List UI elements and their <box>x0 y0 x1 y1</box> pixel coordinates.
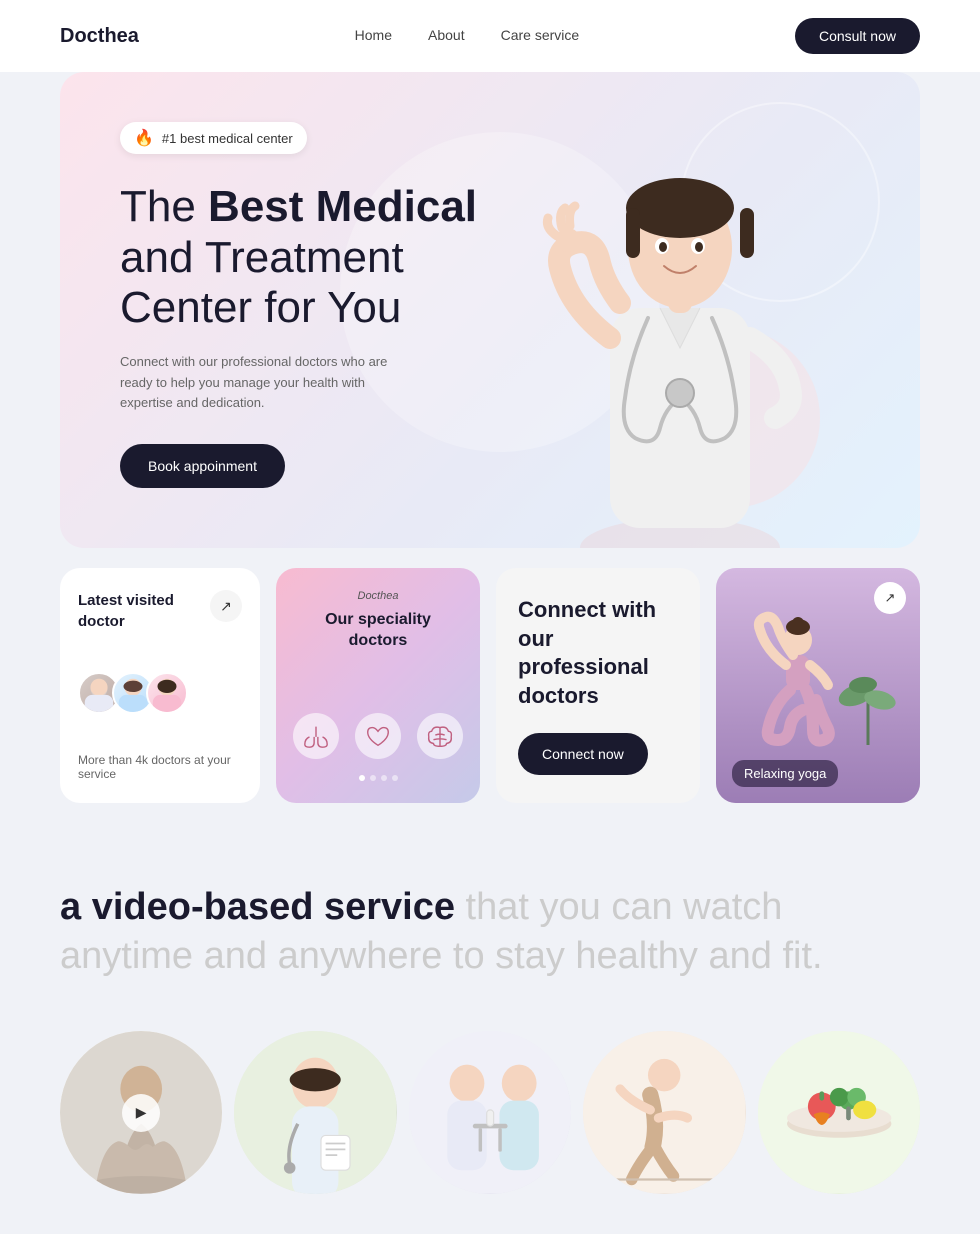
card-latest-doctor: Latest visited doctor ↗ <box>60 568 260 802</box>
thumb-1-inner: ▶ <box>60 1031 222 1193</box>
video-section: a video-based service that you can watch… <box>0 823 980 1234</box>
speciality-tag: Docthea <box>358 590 399 602</box>
nav-link-care[interactable]: Care service <box>501 27 580 43</box>
hero-subtitle: Connect with our professional doctors wh… <box>120 352 400 414</box>
dot-2 <box>370 775 376 781</box>
card-connect: Connect with our professional doctors Co… <box>496 568 700 802</box>
yoga-svg <box>738 585 898 785</box>
nav-link-home[interactable]: Home <box>355 27 392 43</box>
doctor-thumb-svg <box>234 1031 396 1193</box>
thumb-2-inner <box>234 1031 396 1193</box>
thumb-3-inner <box>409 1031 571 1193</box>
card-yoga: ↗ Relaxing yoga <box>716 568 920 802</box>
play-button-1[interactable]: ▶ <box>122 1094 160 1132</box>
consultation-svg <box>409 1031 571 1193</box>
hero-title-rest: and TreatmentCenter for You <box>120 233 404 333</box>
thumbnail-fitness[interactable] <box>583 1031 745 1193</box>
spec-icon-brain <box>417 713 463 759</box>
thumbnail-nutrition[interactable] <box>758 1031 920 1193</box>
hero-content: 🔥 #1 best medical center The Best Medica… <box>120 122 477 488</box>
doctor-illustration <box>540 128 820 548</box>
fire-icon: 🔥 <box>134 128 154 148</box>
thumb-4-inner <box>583 1031 745 1193</box>
hero-doctor-image <box>520 118 840 548</box>
speciality-title: Our speciality doctors <box>294 610 462 652</box>
nav-links: Home About Care service <box>355 27 580 45</box>
doctor-stat: More than 4k doctors at your service <box>78 753 242 781</box>
yoga-arrow-button[interactable]: ↗ <box>874 582 906 614</box>
hero-section: 🔥 #1 best medical center The Best Medica… <box>60 72 920 548</box>
fitness-svg <box>583 1031 745 1193</box>
cards-row: Latest visited doctor ↗ <box>60 568 920 802</box>
nav-item-about[interactable]: About <box>428 27 465 45</box>
spec-icon-heart <box>355 713 401 759</box>
consult-now-button[interactable]: Consult now <box>795 18 920 54</box>
card-latest-header: Latest visited doctor ↗ <box>78 590 242 632</box>
dot-3 <box>381 775 387 781</box>
spec-icon-lungs <box>293 713 339 759</box>
avatar-3 <box>146 672 188 714</box>
video-section-text: a video-based service that you can watch… <box>60 883 920 982</box>
thumb-5-inner <box>758 1031 920 1193</box>
dot-4 <box>392 775 398 781</box>
video-thumbnails: ▶ <box>60 1031 920 1193</box>
hero-title-normal: The <box>120 182 208 231</box>
navbar: Docthea Home About Care service Consult … <box>0 0 980 72</box>
nav-link-about[interactable]: About <box>428 27 465 43</box>
thumbnail-doctor[interactable] <box>234 1031 396 1193</box>
hero-title-bold: Best Medical <box>208 182 477 231</box>
carousel-dots <box>359 775 398 781</box>
card-speciality: Docthea Our speciality doctors <box>276 568 480 802</box>
connect-title: Connect with our professional doctors <box>518 596 678 710</box>
connect-now-button[interactable]: Connect now <box>518 733 648 775</box>
dot-1 <box>359 775 365 781</box>
hero-title: The Best Medical and TreatmentCenter for… <box>120 182 477 334</box>
video-text-bold: a video-based service <box>60 886 455 928</box>
speciality-icons <box>293 713 463 759</box>
hero-badge-text: #1 best medical center <box>162 131 293 146</box>
latest-doctor-title: Latest visited doctor <box>78 590 210 632</box>
doctor-avatars <box>78 672 242 714</box>
hero-badge: 🔥 #1 best medical center <box>120 122 307 154</box>
nutrition-svg <box>758 1031 920 1193</box>
nav-item-home[interactable]: Home <box>355 27 392 45</box>
logo: Docthea <box>60 25 139 48</box>
play-overlay-1: ▶ <box>60 1031 222 1193</box>
thumbnail-meditation[interactable]: ▶ <box>60 1031 222 1193</box>
latest-doctor-arrow-button[interactable]: ↗ <box>210 590 242 622</box>
book-appointment-button[interactable]: Book appoinment <box>120 444 285 488</box>
thumbnail-consultation[interactable] <box>409 1031 571 1193</box>
yoga-label: Relaxing yoga <box>732 760 838 787</box>
nav-item-care[interactable]: Care service <box>501 27 580 45</box>
